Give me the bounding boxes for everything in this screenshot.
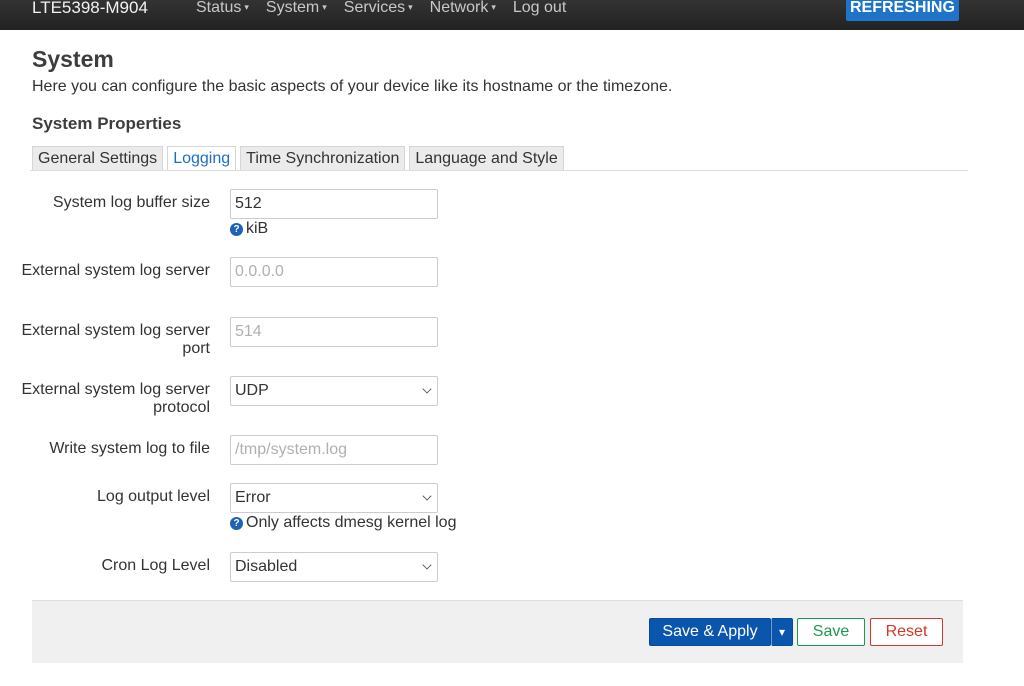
save-button[interactable]: Save xyxy=(797,618,865,646)
chevron-down-icon: ▾ xyxy=(408,2,413,12)
chevron-down-icon xyxy=(422,491,432,501)
log-buffer-label: System log buffer size xyxy=(52,194,210,211)
log-buffer-unit: kiB xyxy=(246,220,269,237)
reset-button[interactable]: Reset xyxy=(870,618,943,646)
log-protocol-label: External system log server protocol xyxy=(21,381,210,416)
chevron-down-icon xyxy=(422,384,432,394)
menu-status[interactable]: Status ▾ xyxy=(196,0,249,20)
action-bar: Save & Apply ▾ Save Reset xyxy=(32,600,963,663)
menu-network-label: Network xyxy=(429,0,489,16)
log-server-label: External system log server xyxy=(21,262,210,279)
help-icon: ? xyxy=(230,516,243,530)
log-level-hint-text: Only affects dmesg kernel log xyxy=(246,514,457,531)
menu-services-label: Services xyxy=(343,0,406,16)
chevron-down-icon: ▾ xyxy=(322,2,327,12)
settings-tabs: General Settings Logging Time Synchroniz… xyxy=(32,146,568,171)
main-menu: Status ▾ System ▾ Services ▾ Network ▾ Log o… xyxy=(196,0,583,20)
cron-level-select[interactable]: Disabled xyxy=(230,552,438,582)
log-buffer-input[interactable] xyxy=(230,189,438,219)
chevron-down-icon xyxy=(422,560,432,570)
chevron-down-icon: ▾ xyxy=(244,2,249,12)
section-title: System Properties xyxy=(32,114,182,133)
cron-level-value: Disabled xyxy=(235,558,298,575)
menu-logout-label: Log out xyxy=(512,0,567,16)
log-level-label: Log output level xyxy=(97,488,210,505)
chevron-down-icon: ▾ xyxy=(778,625,786,639)
help-icon: ? xyxy=(230,222,243,236)
tab-general-settings[interactable]: General Settings xyxy=(32,146,164,171)
log-port-input[interactable] xyxy=(230,317,438,347)
refreshing-badge[interactable]: REFRESHING xyxy=(846,0,959,21)
log-protocol-select[interactable]: UDP xyxy=(230,376,438,406)
menu-status-label: Status xyxy=(196,0,242,16)
cron-level-label: Cron Log Level xyxy=(101,557,210,574)
page-description: Here you can configure the basic aspects… xyxy=(32,78,673,95)
menu-system-label: System xyxy=(265,0,320,16)
chevron-down-icon: ▾ xyxy=(491,2,496,12)
menu-network[interactable]: Network ▾ xyxy=(430,0,496,20)
log-file-input[interactable] xyxy=(230,435,438,465)
apply-options-dropdown[interactable]: ▾ xyxy=(771,618,793,646)
log-port-label: External system log server port xyxy=(21,322,210,357)
log-protocol-value: UDP xyxy=(235,382,269,399)
menu-services[interactable]: Services ▾ xyxy=(344,0,413,20)
menu-logout[interactable]: Log out xyxy=(513,0,566,20)
tab-logging[interactable]: Logging xyxy=(167,146,237,171)
tab-language-and-style[interactable]: Language and Style xyxy=(409,146,564,171)
top-navbar: LTE5398-M904 Status ▾ System ▾ Services ▾ N… xyxy=(0,0,1024,30)
save-and-apply-button[interactable]: Save & Apply xyxy=(649,618,771,646)
log-level-select[interactable]: Error xyxy=(230,483,438,513)
page-title: System xyxy=(32,46,114,72)
log-level-hint: ? Only affects dmesg kernel log xyxy=(230,514,456,532)
log-level-value: Error xyxy=(235,489,271,506)
log-buffer-hint: ? kiB xyxy=(230,220,268,238)
log-file-label: Write system log to file xyxy=(49,440,210,457)
device-hostname[interactable]: LTE5398-M904 xyxy=(32,0,148,19)
menu-system[interactable]: System ▾ xyxy=(266,0,327,20)
log-server-input[interactable] xyxy=(230,257,438,287)
tab-divider xyxy=(30,170,968,171)
tab-time-synchronization[interactable]: Time Synchronization xyxy=(240,146,406,171)
